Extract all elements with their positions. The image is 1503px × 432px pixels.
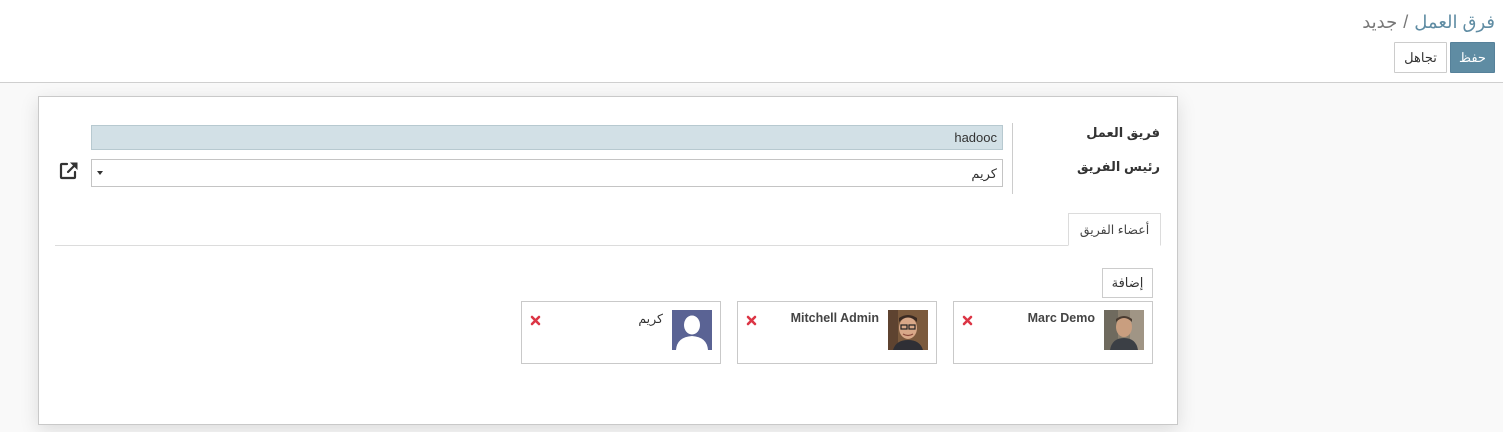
breadcrumb-separator: /: [1403, 12, 1409, 32]
discard-button[interactable]: تجاهل: [1394, 42, 1447, 73]
member-name: Marc Demo: [1027, 311, 1095, 325]
form-sheet: فريق العمل رئيس الفريق كريم أعضاء الفريق…: [38, 96, 1178, 425]
tab-team-members[interactable]: أعضاء الفريق: [1068, 213, 1161, 246]
add-member-button[interactable]: إضافة: [1102, 268, 1153, 298]
remove-icon[interactable]: [962, 315, 973, 326]
team-leader-value: كريم: [971, 166, 997, 181]
avatar: [1104, 310, 1144, 350]
team-name-input[interactable]: [91, 125, 1003, 150]
breadcrumb-parent-link[interactable]: فرق العمل: [1414, 12, 1495, 32]
team-name-label: فريق العمل: [1086, 125, 1160, 140]
member-card[interactable]: Mitchell Admin: [737, 301, 937, 364]
avatar: [672, 310, 712, 350]
label-divider: [1012, 123, 1013, 194]
team-leader-label: رئيس الفريق: [1076, 159, 1160, 174]
breadcrumb: فرق العمل/جديد: [1362, 12, 1495, 33]
external-link-icon[interactable]: [58, 160, 80, 182]
tab-divider: [55, 245, 1161, 246]
caret-down-icon[interactable]: [97, 171, 103, 175]
member-name: كريم: [638, 312, 663, 326]
control-panel: فرق العمل/جديد حفظ تجاهل: [0, 0, 1503, 83]
save-button[interactable]: حفظ: [1450, 42, 1495, 73]
avatar: [888, 310, 928, 350]
remove-icon[interactable]: [530, 315, 541, 326]
member-card[interactable]: كريم: [521, 301, 721, 364]
remove-icon[interactable]: [746, 315, 757, 326]
member-name: Mitchell Admin: [790, 311, 879, 325]
team-leader-select[interactable]: كريم: [91, 159, 1003, 187]
breadcrumb-current: جديد: [1362, 12, 1398, 32]
member-card[interactable]: Marc Demo: [953, 301, 1153, 364]
